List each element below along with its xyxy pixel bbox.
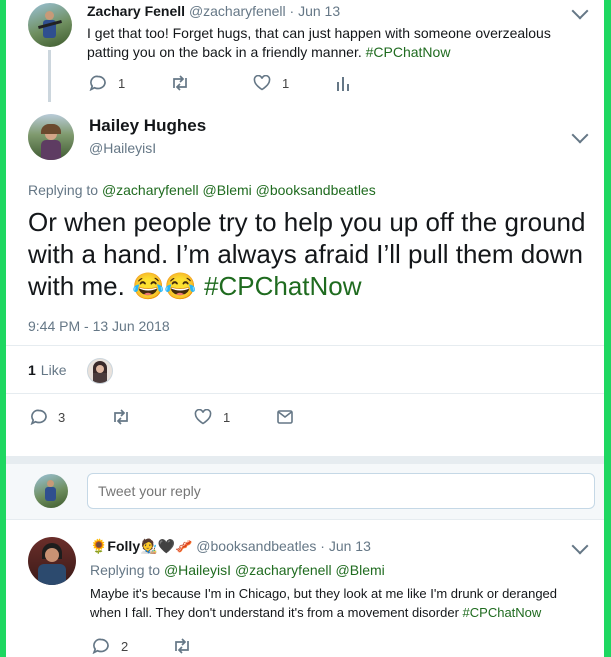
author-handle[interactable]: @zacharyfenell — [189, 3, 286, 19]
tweet-text: Maybe it's because I'm in Chicago, but t… — [90, 586, 558, 620]
separator-dot: · — [289, 3, 295, 19]
like-button[interactable]: 1 — [194, 409, 230, 425]
replying-to: Replying to @HaileyisI @zacharyfenell @B… — [90, 562, 385, 578]
chevron-down-icon[interactable] — [571, 2, 589, 20]
author-name[interactable]: 🌻Folly🧑‍🎨🖤🥓 — [90, 538, 192, 554]
reply-count: 1 — [118, 75, 126, 91]
avatar[interactable] — [34, 474, 68, 508]
like-button[interactable]: 1 — [253, 75, 289, 91]
hashtag-link[interactable]: #CPChatNow — [204, 271, 362, 301]
reply-button[interactable]: 3 — [30, 409, 65, 425]
hashtag-link[interactable]: #CPChatNow — [463, 605, 542, 620]
avatar[interactable] — [28, 3, 72, 47]
author-handle[interactable]: @booksandbeatles — [196, 538, 316, 554]
reply-button[interactable]: 2 — [92, 638, 128, 654]
reply-icon — [92, 638, 109, 654]
reply-icon — [89, 75, 106, 91]
tweet-timestamp[interactable]: 9:44 PM - 13 Jun 2018 — [28, 318, 170, 334]
author-handle[interactable]: @HaileyisI — [89, 140, 156, 156]
retweet-button[interactable] — [170, 75, 190, 91]
heart-icon — [194, 409, 212, 425]
like-count: 1 — [282, 75, 290, 91]
likes-summary[interactable]: 1 Like — [28, 362, 66, 378]
chevron-down-icon[interactable] — [571, 537, 589, 555]
envelope-icon — [277, 410, 293, 424]
replying-to: Replying to @zacharyfenell @Blemi @books… — [28, 182, 376, 198]
tweet-date[interactable]: Jun 13 — [329, 538, 371, 554]
reply-input[interactable] — [87, 473, 595, 509]
tweet-text: Or when people try to help you up off th… — [28, 207, 586, 301]
retweet-icon — [114, 409, 128, 425]
liker-avatar[interactable] — [87, 358, 113, 384]
author-name[interactable]: Hailey Hughes — [89, 116, 206, 136]
retweet-icon — [175, 638, 189, 654]
avatar[interactable] — [28, 537, 76, 585]
reply-button[interactable]: 1 — [89, 75, 125, 91]
retweet-button[interactable] — [111, 409, 131, 425]
like-count: 1 — [28, 362, 36, 378]
reply-icon — [30, 409, 47, 425]
section-gap — [6, 456, 604, 464]
mention-link[interactable]: @zacharyfenell — [102, 182, 199, 198]
analytics-icon — [337, 77, 349, 91]
analytics-button[interactable] — [336, 76, 350, 91]
mention-link[interactable]: @Blemi — [203, 182, 252, 198]
separator-dot: · — [320, 538, 325, 554]
reply-count: 3 — [58, 409, 66, 425]
direct-message-button[interactable] — [277, 410, 293, 424]
heart-icon — [253, 75, 271, 91]
tweet-date[interactable]: Jun 13 — [298, 3, 340, 19]
hashtag-link[interactable]: #CPChatNow — [366, 44, 451, 60]
like-count: 1 — [223, 409, 231, 425]
divider — [6, 519, 604, 520]
mention-link[interactable]: @Blemi — [336, 562, 385, 578]
mention-link[interactable]: @HaileyisI — [164, 562, 231, 578]
divider — [6, 345, 604, 346]
mention-link[interactable]: @booksandbeatles — [256, 182, 376, 198]
avatar[interactable] — [28, 114, 74, 160]
retweet-icon — [173, 75, 187, 91]
reply-composer — [6, 464, 604, 519]
like-label: Like — [40, 362, 67, 378]
reply-count: 2 — [121, 638, 129, 654]
thread-line — [48, 50, 51, 102]
conversation-panel: Zachary Fenell @zacharyfenell · Jun 13 I… — [6, 0, 604, 657]
tweet-text: I get that too! Forget hugs, that can ju… — [87, 25, 551, 60]
mention-link[interactable]: @zacharyfenell — [235, 562, 332, 578]
chevron-down-icon[interactable] — [571, 126, 589, 144]
divider — [6, 393, 604, 394]
retweet-button[interactable] — [172, 638, 192, 654]
author-name[interactable]: Zachary Fenell — [87, 3, 185, 19]
